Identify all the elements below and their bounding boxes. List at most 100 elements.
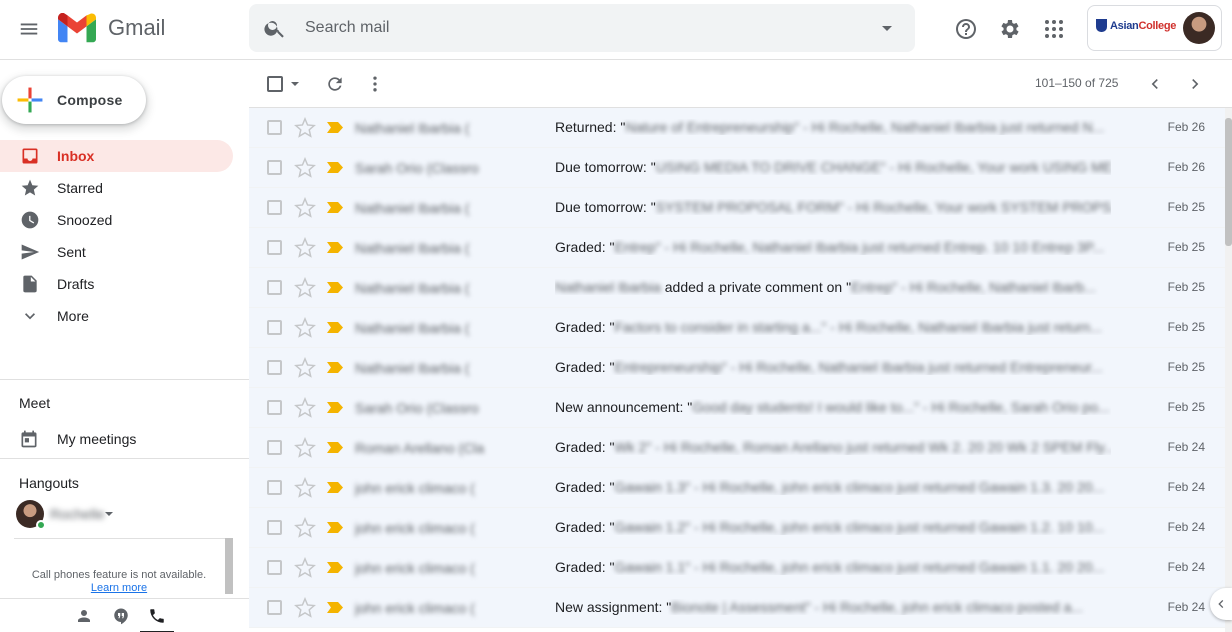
email-row[interactable]: Roman Arellano (Cla Graded: "Wk 2" - Hi R… (249, 428, 1225, 468)
search-options-icon[interactable] (875, 16, 899, 40)
newer-button[interactable] (1143, 72, 1167, 96)
star-outline-icon[interactable] (294, 117, 316, 139)
star-outline-icon[interactable] (294, 277, 316, 299)
email-date: Feb 26 (1167, 160, 1205, 174)
inbox-icon (22, 148, 38, 164)
email-row[interactable]: john erick climaco (New assignment: "Bio… (249, 588, 1225, 628)
select-options-caret-icon[interactable] (291, 82, 299, 86)
star-outline-icon[interactable] (294, 237, 316, 259)
important-marker-icon[interactable] (327, 202, 343, 213)
tab-contacts[interactable] (73, 605, 95, 627)
account-button[interactable]: Asian College (1087, 5, 1222, 51)
important-marker-icon[interactable] (327, 122, 343, 133)
email-subject-prefix: Due tomorrow: " (555, 159, 656, 175)
email-sender: Sarah Orio (Classro (355, 400, 479, 416)
email-snippet: Nature of Entrepreneurship" - Hi Rochell… (625, 119, 1105, 135)
older-button[interactable] (1183, 72, 1207, 96)
email-subject-prefix: Graded: " (555, 319, 615, 335)
email-checkbox[interactable] (267, 360, 282, 375)
main-menu-button[interactable] (10, 10, 48, 48)
search-input[interactable] (305, 16, 825, 40)
email-checkbox[interactable] (267, 440, 282, 455)
star-outline-icon[interactable] (294, 597, 316, 619)
hamburger-menu-icon (20, 23, 38, 35)
email-row[interactable]: Sarah Orio (Classro Due tomorrow: "USING … (249, 148, 1225, 188)
star-outline-icon[interactable] (294, 437, 316, 459)
email-checkbox[interactable] (267, 560, 282, 575)
refresh-button[interactable] (323, 72, 347, 96)
star-outline-icon[interactable] (294, 157, 316, 179)
sidebar-item-snoozed[interactable]: Snoozed (0, 204, 233, 236)
search-bar[interactable] (249, 4, 915, 52)
plus-icon (17, 87, 43, 113)
chevron-left-icon (1151, 79, 1158, 89)
email-list-scrollbar[interactable] (1225, 108, 1232, 632)
email-subject-prefix: Graded: " (555, 519, 615, 535)
my-meetings-link[interactable]: My meetings (0, 423, 249, 455)
email-row[interactable]: Sarah Orio (Classro New announcement: "Go… (249, 388, 1225, 428)
tab-conversations[interactable] (110, 605, 132, 627)
email-checkbox[interactable] (267, 480, 282, 495)
email-row[interactable]: john erick climaco (Graded: "Gawain 1.1"… (249, 548, 1225, 588)
email-checkbox[interactable] (267, 320, 282, 335)
star-outline-icon[interactable] (294, 197, 316, 219)
avatar[interactable] (1183, 12, 1215, 44)
more-options-button[interactable] (363, 72, 387, 96)
email-row[interactable]: Nathaniel Ibarbia (Returned: "Nature of … (249, 108, 1225, 148)
email-checkbox[interactable] (267, 200, 282, 215)
important-marker-icon[interactable] (327, 282, 343, 293)
google-apps-button[interactable] (1035, 10, 1073, 48)
email-row[interactable]: Nathaniel Ibarbia (Due tomorrow: "SYSTEM… (249, 188, 1225, 228)
gmail-logo[interactable]: Gmail (58, 13, 165, 43)
support-button[interactable] (947, 10, 985, 48)
email-checkbox[interactable] (267, 520, 282, 535)
important-marker-icon[interactable] (327, 242, 343, 253)
star-outline-icon[interactable] (294, 397, 316, 419)
important-marker-icon[interactable] (327, 562, 343, 573)
settings-button[interactable] (991, 10, 1029, 48)
email-row[interactable]: Nathaniel Ibarbia (Graded: "Factors to c… (249, 308, 1225, 348)
sidebar-item-more[interactable]: More (0, 300, 233, 332)
hangouts-status-selector[interactable]: Rochelle (16, 500, 216, 530)
sidebar-item-sent[interactable]: Sent (0, 236, 233, 268)
email-row[interactable]: john erick climaco (Graded: "Gawain 1.3"… (249, 468, 1225, 508)
email-row[interactable]: john erick climaco (Graded: "Gawain 1.2"… (249, 508, 1225, 548)
star-outline-icon[interactable] (294, 557, 316, 579)
email-checkbox[interactable] (267, 280, 282, 295)
important-marker-icon[interactable] (327, 442, 343, 453)
star-outline-icon[interactable] (294, 477, 316, 499)
important-marker-icon[interactable] (327, 482, 343, 493)
phone-panel-scrollbar[interactable] (225, 538, 233, 594)
learn-more-link[interactable]: Learn more (14, 582, 224, 594)
star-outline-icon[interactable] (294, 357, 316, 379)
star-outline-icon[interactable] (294, 317, 316, 339)
sidebar-item-starred[interactable]: Starred (0, 172, 233, 204)
important-marker-icon[interactable] (327, 162, 343, 173)
sidebar-item-drafts[interactable]: Drafts (0, 268, 233, 300)
email-checkbox[interactable] (267, 120, 282, 135)
email-row[interactable]: Nathaniel Ibarbia (Graded: "Entrep" - Hi… (249, 228, 1225, 268)
email-checkbox[interactable] (267, 400, 282, 415)
email-row[interactable]: Nathaniel Ibarbia (Nathaniel Ibarbia add… (249, 268, 1225, 308)
email-row[interactable]: Nathaniel Ibarbia (Graded: "Entrepreneur… (249, 348, 1225, 388)
email-checkbox[interactable] (267, 600, 282, 615)
scrollbar-thumb[interactable] (1225, 118, 1232, 246)
email-subject-prefix: New assignment: " (555, 599, 672, 615)
important-marker-icon[interactable] (327, 322, 343, 333)
compose-button[interactable]: Compose (2, 76, 146, 124)
important-marker-icon[interactable] (327, 602, 343, 613)
search-icon[interactable] (263, 16, 287, 40)
email-subject: Graded: "Gawain 1.1" - Hi Rochelle, john… (555, 559, 1111, 575)
important-marker-icon[interactable] (327, 402, 343, 413)
important-marker-icon[interactable] (327, 522, 343, 533)
mail-toolbar: 101–150 of 725 (249, 60, 1232, 108)
email-checkbox[interactable] (267, 160, 282, 175)
select-all-checkbox[interactable] (267, 76, 283, 92)
email-subject: Returned: "Nature of Entrepreneurship" -… (555, 119, 1111, 135)
sidebar-item-inbox[interactable]: Inbox (0, 140, 233, 172)
tab-phone[interactable] (140, 605, 174, 632)
star-outline-icon[interactable] (294, 517, 316, 539)
important-marker-icon[interactable] (327, 362, 343, 373)
email-checkbox[interactable] (267, 240, 282, 255)
email-sender: john erick climaco ( (355, 480, 475, 496)
